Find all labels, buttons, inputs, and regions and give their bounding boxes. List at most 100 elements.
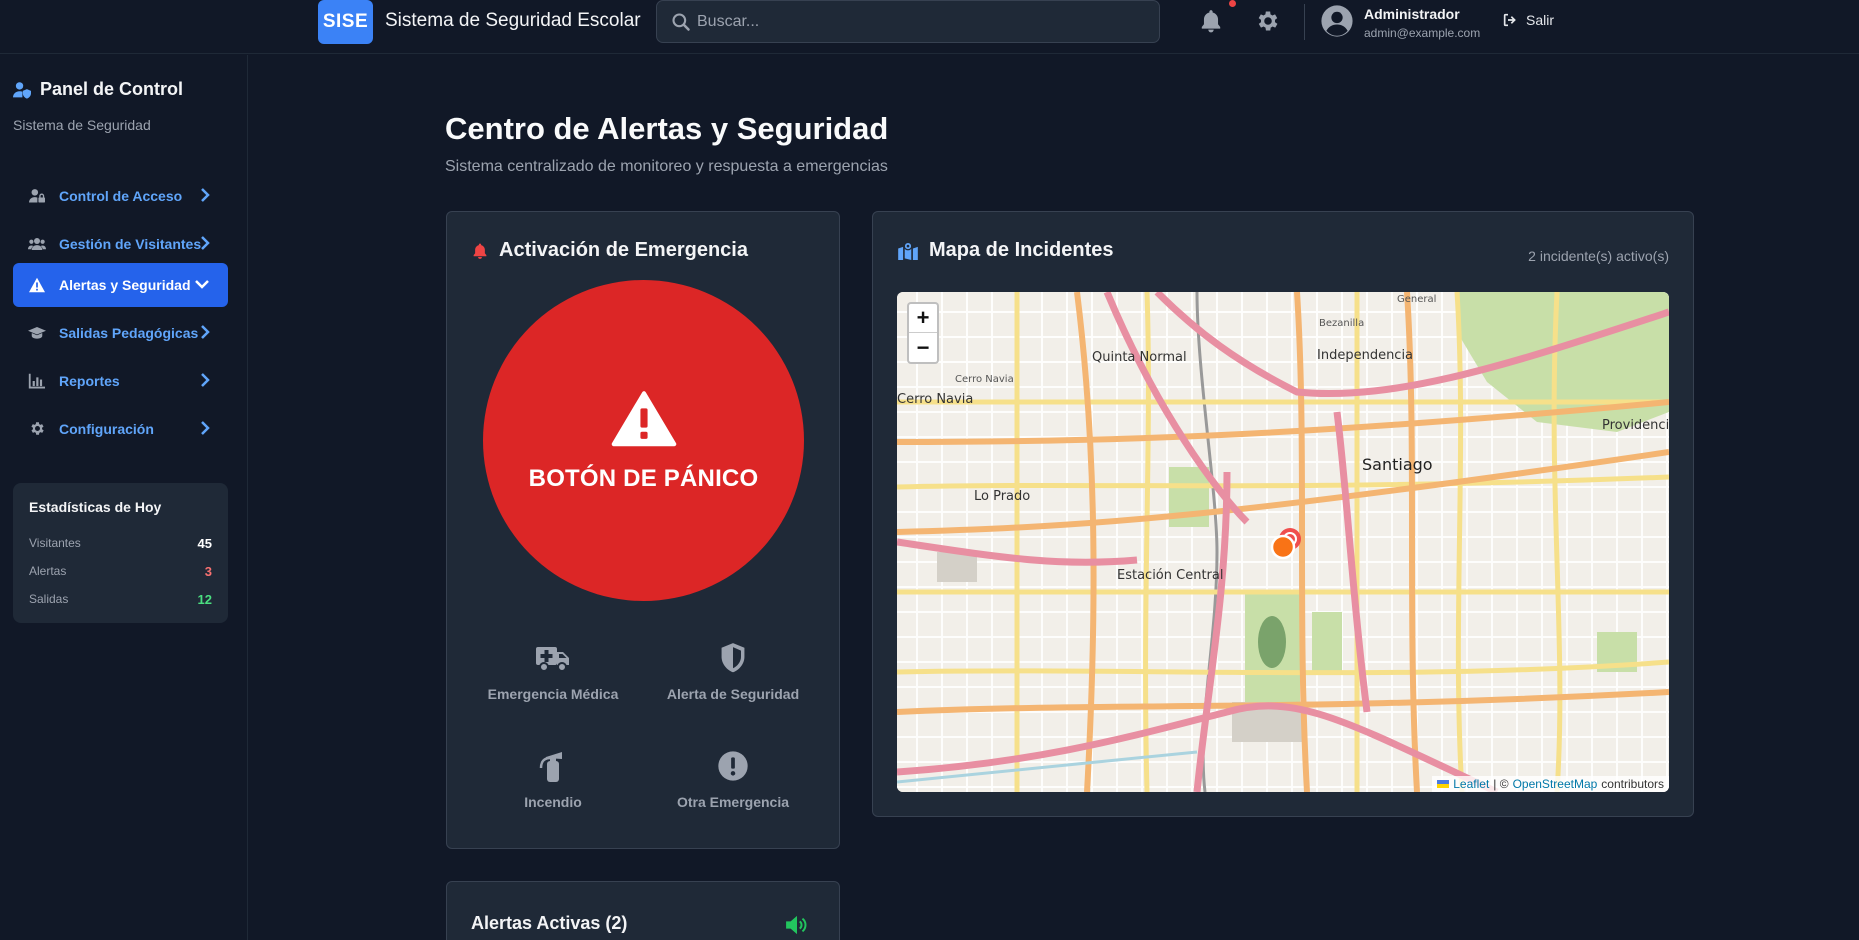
search-icon: [672, 13, 690, 31]
gear-icon: [28, 420, 46, 438]
stat-label: Visitantes: [29, 536, 81, 550]
leaflet-link[interactable]: Leaflet: [1453, 777, 1489, 791]
stat-value: 12: [197, 591, 212, 607]
map-label: Bezanilla: [1319, 318, 1365, 329]
sidebar-item-label: Reportes: [59, 372, 120, 389]
chevron-right-icon: [201, 421, 210, 435]
chevron-right-icon: [201, 325, 210, 339]
emergency-card: Activación de Emergencia BOTÓN DE PÁNICO…: [446, 211, 840, 849]
gear-icon[interactable]: [1255, 8, 1281, 34]
sidebar-item-label: Configuración: [59, 420, 154, 437]
map-marked-icon: [898, 241, 918, 260]
incident-map[interactable]: Quinta Normal Independencia Cerro Navia …: [897, 292, 1669, 792]
chart-icon: [28, 372, 46, 390]
search-box[interactable]: [656, 0, 1160, 43]
user-email: admin@example.com: [1364, 26, 1481, 40]
page-subtitle: Sistema centralizado de monitoreo y resp…: [445, 158, 888, 175]
option-label: Emergencia Médica: [487, 686, 619, 702]
warning-icon: [611, 390, 676, 446]
sidebar-item-label: Salidas Pedagógicas: [59, 324, 199, 341]
user-avatar-icon[interactable]: [1320, 4, 1354, 38]
daily-stats-card: Estadísticas de Hoy Visitantes 45 Alerta…: [13, 483, 228, 623]
sidebar-item-configuracion[interactable]: Configuración: [13, 407, 228, 450]
chevron-right-icon: [201, 373, 210, 387]
stat-row-salidas: Salidas 12: [29, 585, 212, 613]
map-label: Cerro Navia: [955, 374, 1014, 385]
notification-dot: [1229, 0, 1236, 7]
incident-map-card: Mapa de Incidentes 2 incidente(s) activo…: [872, 211, 1694, 817]
fire-extinguisher-icon: [538, 748, 568, 784]
map-label: Cerro Navia: [897, 392, 974, 407]
sidebar-item-label: Control de Acceso: [59, 187, 183, 204]
top-divider: [1304, 4, 1305, 40]
map-label: General: [1397, 294, 1437, 305]
map-label: Providencia: [1602, 418, 1669, 433]
osm-link[interactable]: OpenStreetMap: [1513, 777, 1598, 791]
sidebar-subtitle: Sistema de Seguridad: [13, 117, 151, 133]
attribution-contributors: contributors: [1601, 777, 1664, 791]
bell-icon: [473, 243, 487, 259]
option-label: Otra Emergencia: [676, 794, 790, 810]
fire-button[interactable]: Incendio: [473, 748, 633, 828]
sidebar-item-salidas[interactable]: Salidas Pedagógicas: [13, 311, 228, 354]
stat-row-alertas: Alertas 3: [29, 557, 212, 585]
stat-row-visitantes: Visitantes 45: [29, 529, 212, 557]
stat-label: Salidas: [29, 592, 69, 606]
chevron-right-icon: [201, 188, 210, 202]
user-lock-icon: [28, 187, 46, 205]
map-label: Lo Prado: [974, 489, 1031, 504]
sign-out-icon: [1503, 13, 1516, 27]
other-emergency-button[interactable]: Otra Emergencia: [653, 748, 813, 828]
chevron-down-icon: [195, 280, 209, 289]
stat-value: 3: [204, 563, 212, 579]
app-logo[interactable]: SISE: [318, 0, 373, 44]
sidebar-title-text: Panel de Control: [40, 79, 184, 99]
active-alerts-card: Alertas Activas (2): [446, 881, 840, 940]
zoom-in-button[interactable]: +: [909, 304, 937, 333]
emergency-card-header: Activación de Emergencia: [471, 239, 748, 262]
map-label: Estación Central: [1117, 568, 1224, 583]
security-alert-button[interactable]: Alerta de Seguridad: [653, 640, 813, 720]
sidebar-item-visitantes[interactable]: Gestión de Visitantes: [13, 222, 228, 265]
map-label: Santiago: [1362, 455, 1433, 474]
map-tiles[interactable]: [897, 292, 1669, 792]
stat-value: 45: [197, 535, 212, 551]
map-zoom-control: + −: [907, 302, 939, 364]
emergency-card-title: Activación de Emergencia: [499, 239, 748, 261]
bell-icon[interactable]: [1198, 8, 1224, 34]
exclamation-circle-icon: [717, 748, 749, 784]
user-name: Administrador: [1364, 6, 1460, 22]
shield-icon: [719, 640, 747, 676]
sidebar-item-label: Gestión de Visitantes: [59, 235, 202, 252]
page-title: Centro de Alertas y Seguridad: [445, 111, 889, 146]
sidebar-item-control-acceso[interactable]: Control de Acceso: [13, 174, 228, 217]
chevron-right-icon: [201, 236, 210, 250]
map-label: Quinta Normal: [1092, 350, 1187, 365]
app-title: Sistema de Seguridad Escolar: [385, 10, 641, 31]
sidebar-title: Panel de Control: [12, 79, 183, 100]
sidebar-item-label: Alertas y Seguridad: [59, 277, 191, 293]
top-bar: SISE Sistema de Seguridad Escolar Admini…: [0, 0, 1859, 54]
sidebar-item-alertas[interactable]: Alertas y Seguridad: [13, 263, 228, 307]
active-incidents-count: 2 incidente(s) activo(s): [1528, 248, 1669, 264]
warning-icon: [28, 276, 46, 294]
panic-button[interactable]: BOTÓN DE PÁNICO: [483, 280, 804, 601]
user-shield-icon: [13, 81, 31, 99]
stat-label: Alertas: [29, 564, 67, 578]
map-label: Independencia: [1317, 348, 1414, 363]
search-input[interactable]: [697, 1, 1147, 42]
map-attribution: Leaflet | © OpenStreetMap contributors: [1432, 776, 1669, 792]
ukraine-flag-icon: [1437, 780, 1450, 788]
medical-emergency-button[interactable]: Emergencia Médica: [473, 640, 633, 720]
volume-up-icon[interactable]: [785, 915, 809, 935]
map-card-header: Mapa de Incidentes: [897, 239, 1114, 262]
option-label: Alerta de Seguridad: [666, 686, 800, 702]
sidebar: Panel de Control Sistema de Seguridad Co…: [0, 55, 248, 940]
map-card-title: Mapa de Incidentes: [929, 239, 1114, 261]
attribution-separator: | ©: [1493, 777, 1509, 791]
logout-button[interactable]: Salir: [1502, 12, 1554, 28]
zoom-out-button[interactable]: −: [909, 333, 937, 362]
panic-button-label: BOTÓN DE PÁNICO: [528, 464, 759, 492]
sidebar-item-reportes[interactable]: Reportes: [13, 359, 228, 402]
incident-marker-orange: [1270, 534, 1296, 560]
